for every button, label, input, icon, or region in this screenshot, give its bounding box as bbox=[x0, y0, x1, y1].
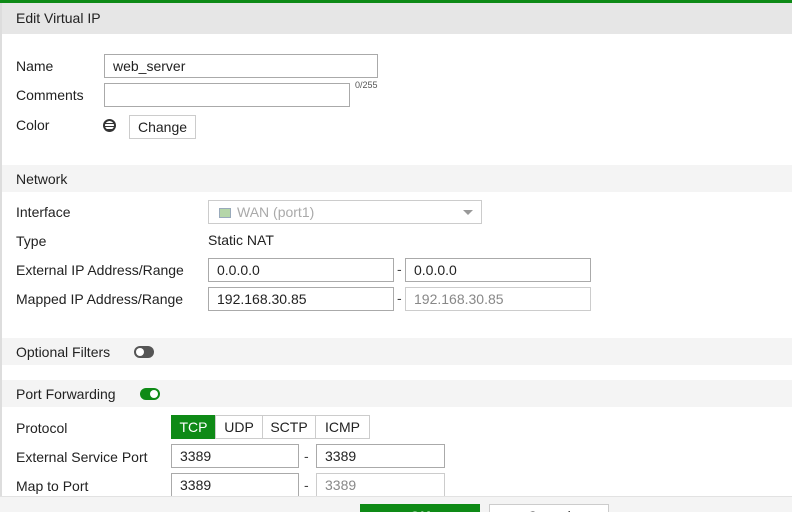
interface-value: WAN (port1) bbox=[237, 204, 315, 220]
external-ip-end-input[interactable]: 0.0.0.0 bbox=[405, 258, 591, 282]
network-section-header: Network bbox=[2, 165, 792, 192]
change-color-button[interactable]: Change bbox=[129, 115, 196, 139]
map-port-label: Map to Port bbox=[16, 478, 89, 494]
optional-filters-label: Optional Filters bbox=[16, 344, 111, 360]
color-swatch-icon bbox=[103, 119, 116, 132]
range-dash: - bbox=[304, 477, 309, 493]
comments-counter: 0/255 bbox=[355, 80, 378, 90]
ok-button[interactable]: OK bbox=[360, 504, 480, 512]
interface-select[interactable]: WAN (port1) bbox=[208, 200, 482, 224]
external-port-label: External Service Port bbox=[16, 449, 148, 465]
type-value: Static NAT bbox=[208, 232, 274, 248]
interface-label: Interface bbox=[16, 204, 71, 220]
optional-filters-toggle[interactable] bbox=[134, 346, 154, 358]
range-dash: - bbox=[397, 261, 402, 277]
name-label: Name bbox=[16, 58, 54, 74]
cancel-button[interactable]: Cancel bbox=[489, 504, 609, 512]
external-port-start-input[interactable]: 3389 bbox=[171, 444, 299, 468]
mapped-ip-end-input: 192.168.30.85 bbox=[405, 287, 591, 311]
protocol-sctp-button[interactable]: SCTP bbox=[262, 415, 316, 439]
type-label: Type bbox=[16, 233, 47, 249]
name-input[interactable]: web_server bbox=[104, 54, 378, 78]
optional-filters-header: Optional Filters bbox=[2, 338, 792, 365]
port-forwarding-header: Port Forwarding bbox=[2, 380, 792, 407]
chevron-down-icon bbox=[463, 210, 473, 215]
mapped-ip-label: Mapped IP Address/Range bbox=[16, 291, 184, 307]
range-dash: - bbox=[304, 448, 309, 464]
external-ip-label: External IP Address/Range bbox=[16, 262, 184, 278]
map-port-end-input: 3389 bbox=[316, 473, 445, 497]
dialog-title: Edit Virtual IP bbox=[16, 10, 101, 26]
port-forwarding-toggle[interactable] bbox=[140, 388, 160, 400]
dialog-header: Edit Virtual IP bbox=[2, 3, 792, 34]
range-dash: - bbox=[397, 290, 402, 306]
color-label: Color bbox=[16, 117, 50, 133]
mapped-ip-start-input[interactable]: 192.168.30.85 bbox=[208, 287, 394, 311]
map-port-start-input[interactable]: 3389 bbox=[171, 473, 299, 497]
protocol-udp-button[interactable]: UDP bbox=[215, 415, 263, 439]
protocol-icmp-button[interactable]: ICMP bbox=[315, 415, 370, 439]
port-icon bbox=[219, 208, 231, 218]
external-port-end-input[interactable]: 3389 bbox=[316, 444, 445, 468]
external-ip-start-input[interactable]: 0.0.0.0 bbox=[208, 258, 394, 282]
network-section-title: Network bbox=[16, 171, 68, 187]
comments-input[interactable] bbox=[104, 83, 350, 107]
left-border bbox=[0, 3, 2, 512]
protocol-tcp-button[interactable]: TCP bbox=[171, 415, 216, 439]
dialog-footer: OK Cancel bbox=[0, 496, 792, 512]
comments-label: Comments bbox=[16, 87, 84, 103]
protocol-label: Protocol bbox=[16, 420, 68, 436]
port-forwarding-label: Port Forwarding bbox=[16, 386, 116, 402]
